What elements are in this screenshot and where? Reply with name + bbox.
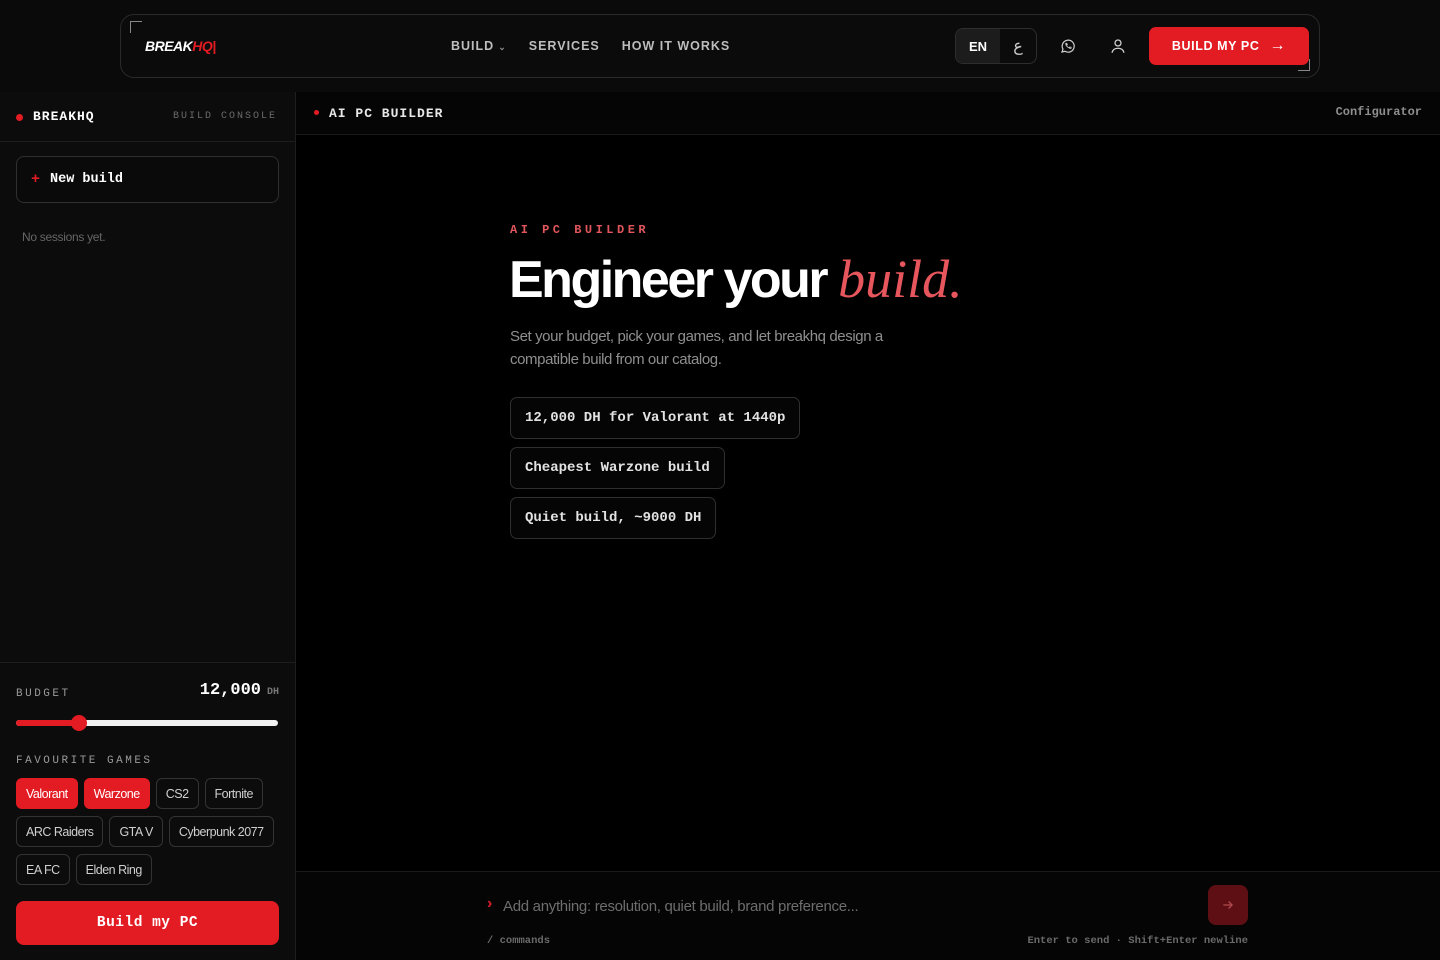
budget-value: 12,000 DH — [200, 681, 279, 700]
game-chip[interactable]: ARC Raiders — [16, 816, 104, 847]
budget-label: BUDGET — [16, 688, 71, 700]
hero-accent: build. — [838, 249, 963, 309]
main-nav: BUILD ⌄ SERVICES HOW IT WORKS — [451, 39, 730, 53]
configurator-label: Configurator — [1335, 105, 1422, 119]
prompt-caret-icon: › — [487, 895, 493, 912]
nav-item-build-label: BUILD — [451, 39, 495, 53]
logo-bar: | — [212, 38, 216, 54]
game-chip[interactable]: GTA V — [109, 816, 163, 847]
top-bar: BREAKHQ| BUILD ⌄ SERVICES HOW IT WORKS EN… — [0, 0, 1440, 92]
send-button[interactable] — [1208, 885, 1248, 925]
budget-slider-handle[interactable] — [70, 715, 87, 731]
game-chip[interactable]: Valorant — [16, 778, 78, 809]
nav-item-how-it-works[interactable]: HOW IT WORKS — [622, 39, 731, 53]
new-build-label: New build — [50, 172, 123, 187]
chat-composer: › / commands Enter to send · Shift+Enter… — [296, 871, 1440, 960]
build-my-pc-cta-button[interactable]: BUILD MY PC → — [1149, 27, 1309, 65]
new-build-button[interactable]: + New build — [16, 156, 279, 203]
keyboard-hint: Enter to send · Shift+Enter newline — [1027, 935, 1248, 947]
language-switcher: EN ع — [955, 28, 1037, 64]
whatsapp-icon[interactable] — [1059, 37, 1077, 55]
user-icon[interactable] — [1109, 37, 1127, 55]
main-panel: AI PC BUILDER Configurator AI PC BUILDER… — [296, 92, 1440, 960]
commands-hint: / commands — [487, 935, 551, 947]
prompt-input[interactable] — [503, 894, 1193, 918]
sidebar-brand: BREAKHQ — [33, 109, 95, 124]
chevron-down-icon: ⌄ — [498, 42, 507, 52]
budget-slider[interactable] — [16, 715, 278, 731]
suggestion-chip[interactable]: Quiet build, ~9000 DH — [510, 497, 717, 539]
plus-icon: + — [31, 171, 41, 188]
main-header: AI PC BUILDER Configurator — [296, 92, 1440, 135]
logo-accent: HQ — [192, 38, 213, 54]
budget-amount: 12,000 — [199, 681, 261, 700]
game-chip[interactable]: Fortnite — [204, 778, 263, 809]
hero-subtitle: Set your budget, pick your games, and le… — [510, 328, 883, 368]
no-sessions-text: No sessions yet. — [22, 230, 106, 244]
corner-bracket-top-left — [130, 21, 142, 33]
lang-ar-button[interactable]: ع — [1000, 29, 1036, 63]
cta-label: BUILD MY PC — [1171, 39, 1260, 53]
main-title: AI PC BUILDER — [329, 106, 444, 121]
build-my-pc-button[interactable]: Build my PC — [16, 901, 279, 945]
hero-eyebrow: AI PC BUILDER — [510, 223, 650, 237]
game-chip[interactable]: Cyberpunk 2077 — [168, 816, 274, 847]
game-chip[interactable]: Elden Ring — [75, 854, 152, 885]
arrow-right-icon — [1223, 901, 1233, 909]
navbar: BREAKHQ| BUILD ⌄ SERVICES HOW IT WORKS EN… — [120, 14, 1320, 78]
logo-main: BREAK — [145, 38, 193, 54]
game-chip[interactable]: Warzone — [83, 778, 150, 809]
nav-item-services[interactable]: SERVICES — [529, 39, 600, 53]
budget-slider-fill — [16, 720, 79, 726]
game-chip[interactable]: EA FC — [16, 854, 70, 885]
build-preferences: BUDGET 12,000 DH FAVOURITE GAMES Valorant… — [0, 662, 295, 960]
status-dot — [16, 114, 23, 121]
sidebar-header: BREAKHQ BUILD CONSOLE — [0, 92, 295, 142]
game-chip[interactable]: CS2 — [155, 778, 199, 809]
nav-item-build[interactable]: BUILD ⌄ — [451, 39, 507, 53]
budget-unit: DH — [266, 687, 279, 698]
suggestion-chip[interactable]: 12,000 DH for Valorant at 1440p — [510, 397, 801, 439]
suggestion-chip[interactable]: Cheapest Warzone build — [510, 447, 725, 489]
lang-en-button[interactable]: EN — [956, 29, 1000, 63]
logo[interactable]: BREAKHQ| — [145, 38, 216, 54]
game-chips: Valorant Warzone CS2 Fortnite ARC Raiders GTA… — [16, 778, 281, 885]
arrow-right-icon: → — [1269, 37, 1287, 54]
hero-heading: Engineer your build. — [509, 248, 963, 310]
favourite-games-label: FAVOURITE GAMES — [16, 755, 153, 767]
status-dot — [314, 110, 319, 115]
build-console-label: BUILD CONSOLE — [172, 111, 277, 122]
hero-text: Engineer your — [509, 251, 839, 309]
sidebar: BREAKHQ BUILD CONSOLE + New build No ses… — [0, 92, 296, 960]
